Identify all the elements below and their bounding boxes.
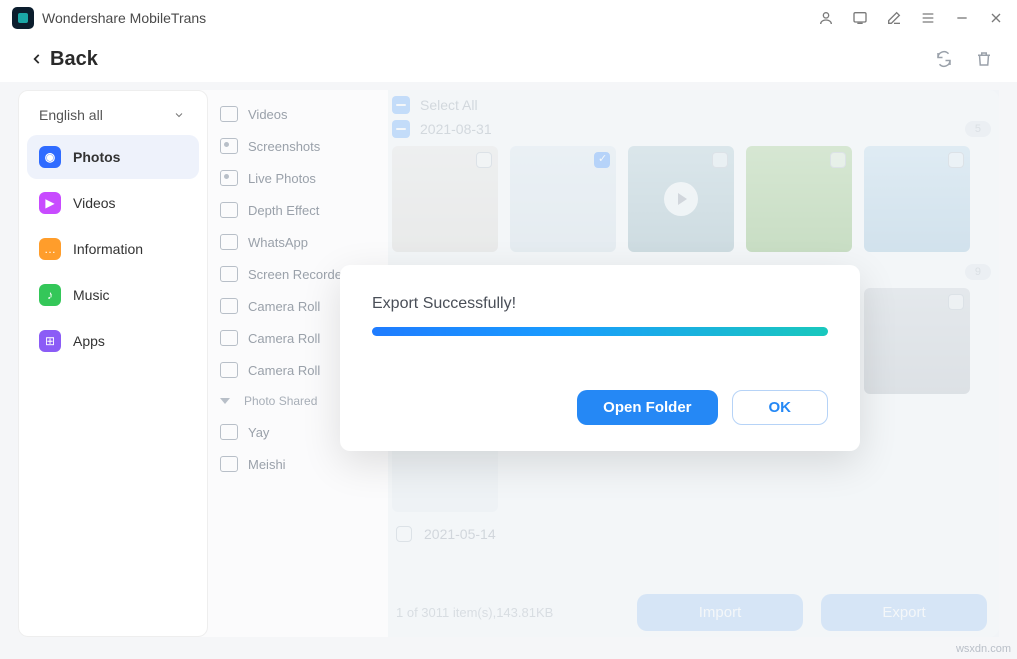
thumbnail[interactable] [628, 146, 734, 252]
album-label: Camera Roll [248, 331, 320, 346]
sidebar-item-label: Videos [73, 195, 116, 211]
chevron-down-icon [173, 109, 185, 121]
folder-icon [220, 424, 238, 440]
sidebar-item-photos[interactable]: ◉ Photos [27, 135, 199, 179]
thumbnail[interactable] [864, 288, 970, 394]
select-all-row: Select All [392, 94, 991, 118]
album-label: WhatsApp [248, 235, 308, 250]
album-item-whatsapp[interactable]: WhatsApp [208, 226, 388, 258]
date-group-row-3: 2021-05-14 [392, 516, 991, 546]
folder-icon [220, 202, 238, 218]
group-date: 2021-08-31 [420, 121, 492, 137]
photos-icon: ◉ [39, 146, 61, 168]
play-icon [664, 182, 698, 216]
album-label: Videos [248, 107, 288, 122]
folder-icon [220, 362, 238, 378]
thumb-checkbox[interactable] [594, 152, 610, 168]
sidebar-item-label: Photos [73, 149, 120, 165]
sidebar-item-videos[interactable]: ▶ Videos [27, 181, 199, 225]
watermark: wsxdn.com [956, 643, 1011, 655]
thumb-checkbox[interactable] [948, 294, 964, 310]
status-text: 1 of 3011 item(s),143.81KB [396, 605, 553, 620]
album-item-meishi[interactable]: Meishi [208, 448, 388, 480]
thumbnail[interactable] [864, 146, 970, 252]
titlebar: Wondershare MobileTrans [0, 0, 1017, 36]
select-all-label: Select All [420, 97, 478, 113]
back-label: Back [50, 48, 98, 71]
thumbnail[interactable] [746, 146, 852, 252]
feedback-icon[interactable] [851, 9, 869, 27]
import-button[interactable]: Import [637, 594, 803, 631]
folder-icon [220, 298, 238, 314]
album-label: Meishi [248, 457, 286, 472]
group-count-badge: 5 [965, 121, 991, 137]
folder-icon [220, 456, 238, 472]
album-label: Depth Effect [248, 203, 319, 218]
music-icon: ♪ [39, 284, 61, 306]
select-all-checkbox[interactable] [392, 96, 410, 114]
folder-icon [220, 138, 238, 154]
folder-icon [220, 330, 238, 346]
menu-icon[interactable] [919, 9, 937, 27]
sidebar-item-information[interactable]: … Information [27, 227, 199, 271]
footer: 1 of 3011 item(s),143.81KB Import Export [392, 586, 991, 633]
album-item-screenshots[interactable]: Screenshots [208, 130, 388, 162]
group-checkbox-2[interactable] [396, 526, 412, 542]
date-group-row: 2021-08-31 5 [392, 118, 991, 142]
backbar: Back [0, 36, 1017, 82]
album-label: Camera Roll [248, 363, 320, 378]
minimize-icon[interactable] [953, 9, 971, 27]
back-button[interactable]: Back [30, 48, 98, 71]
info-icon: … [39, 238, 61, 260]
folder-icon [220, 266, 238, 282]
language-select[interactable]: English all [27, 101, 199, 133]
thumb-checkbox[interactable] [830, 152, 846, 168]
folder-icon [220, 106, 238, 122]
trash-icon[interactable] [975, 50, 993, 68]
album-label: Live Photos [248, 171, 316, 186]
export-success-modal: Export Successfully! Open Folder OK [340, 265, 860, 451]
app-title: Wondershare MobileTrans [42, 10, 206, 26]
thumb-checkbox[interactable] [948, 152, 964, 168]
album-label: Yay [248, 425, 269, 440]
sidebar-item-label: Music [73, 287, 110, 303]
album-label: Camera Roll [248, 299, 320, 314]
progress-bar [372, 327, 828, 336]
chevron-down-icon [220, 398, 230, 404]
sidebar-item-label: Information [73, 241, 143, 257]
group-date-2: 2021-05-14 [424, 526, 496, 542]
folder-icon [220, 234, 238, 250]
group-count-badge: 9 [965, 264, 991, 280]
language-label: English all [39, 107, 103, 123]
edit-icon[interactable] [885, 9, 903, 27]
group-checkbox[interactable] [392, 120, 410, 138]
refresh-icon[interactable] [935, 50, 953, 68]
videos-icon: ▶ [39, 192, 61, 214]
thumbnail[interactable] [510, 146, 616, 252]
thumbnail[interactable] [392, 146, 498, 252]
sidebar-item-label: Apps [73, 333, 105, 349]
account-icon[interactable] [817, 9, 835, 27]
open-folder-button[interactable]: Open Folder [577, 390, 717, 425]
folder-icon [220, 170, 238, 186]
apps-icon: ⊞ [39, 330, 61, 352]
sidebar: English all ◉ Photos ▶ Videos … Informat… [18, 90, 208, 637]
shared-label: Photo Shared [244, 394, 317, 408]
sidebar-item-music[interactable]: ♪ Music [27, 273, 199, 317]
sidebar-item-apps[interactable]: ⊞ Apps [27, 319, 199, 363]
modal-message: Export Successfully! [372, 295, 828, 313]
album-item-depth-effect[interactable]: Depth Effect [208, 194, 388, 226]
app-logo [12, 7, 34, 29]
album-label: Screenshots [248, 139, 320, 154]
close-icon[interactable] [987, 9, 1005, 27]
export-button[interactable]: Export [821, 594, 987, 631]
thumb-checkbox[interactable] [712, 152, 728, 168]
album-label: Screen Recorder [248, 267, 346, 282]
thumbnail-grid [392, 142, 991, 256]
ok-button[interactable]: OK [732, 390, 829, 425]
thumb-checkbox[interactable] [476, 152, 492, 168]
album-item-videos[interactable]: Videos [208, 98, 388, 130]
album-item-live-photos[interactable]: Live Photos [208, 162, 388, 194]
